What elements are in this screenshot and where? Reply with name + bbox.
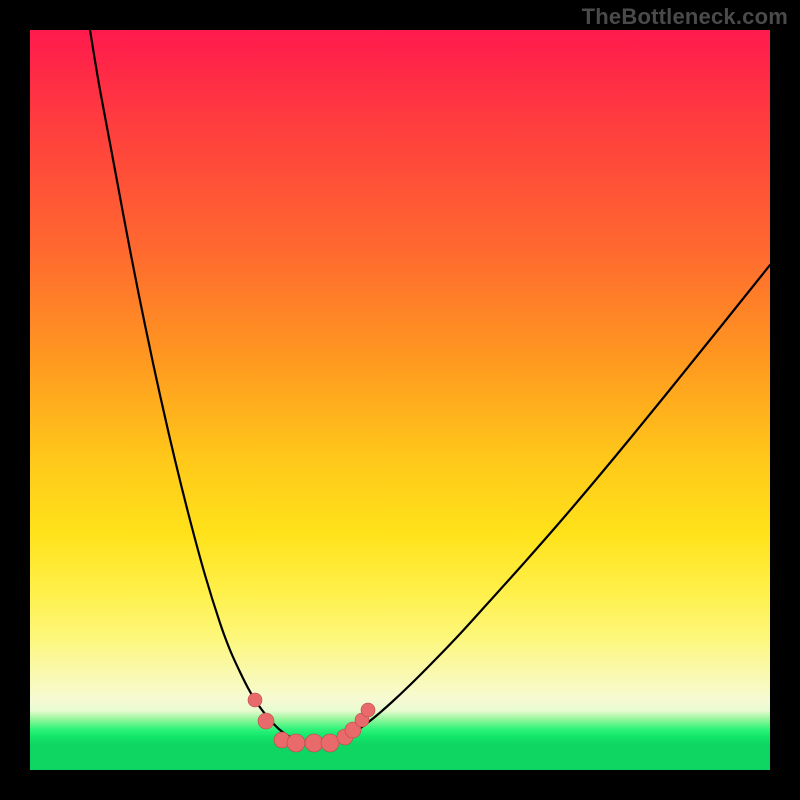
valley-marker	[248, 693, 262, 707]
chart-plot-area	[30, 30, 770, 770]
curve-group	[90, 30, 770, 743]
valley-marker	[287, 734, 305, 752]
curve-right-branch	[330, 265, 770, 743]
valley-marker	[305, 734, 323, 752]
valley-markers	[248, 693, 375, 752]
chart-frame: TheBottleneck.com	[0, 0, 800, 800]
valley-marker	[258, 713, 274, 729]
chart-svg	[30, 30, 770, 770]
curve-left-branch	[90, 30, 306, 743]
valley-marker	[361, 703, 375, 717]
watermark-text: TheBottleneck.com	[582, 4, 788, 30]
valley-marker	[321, 734, 339, 752]
